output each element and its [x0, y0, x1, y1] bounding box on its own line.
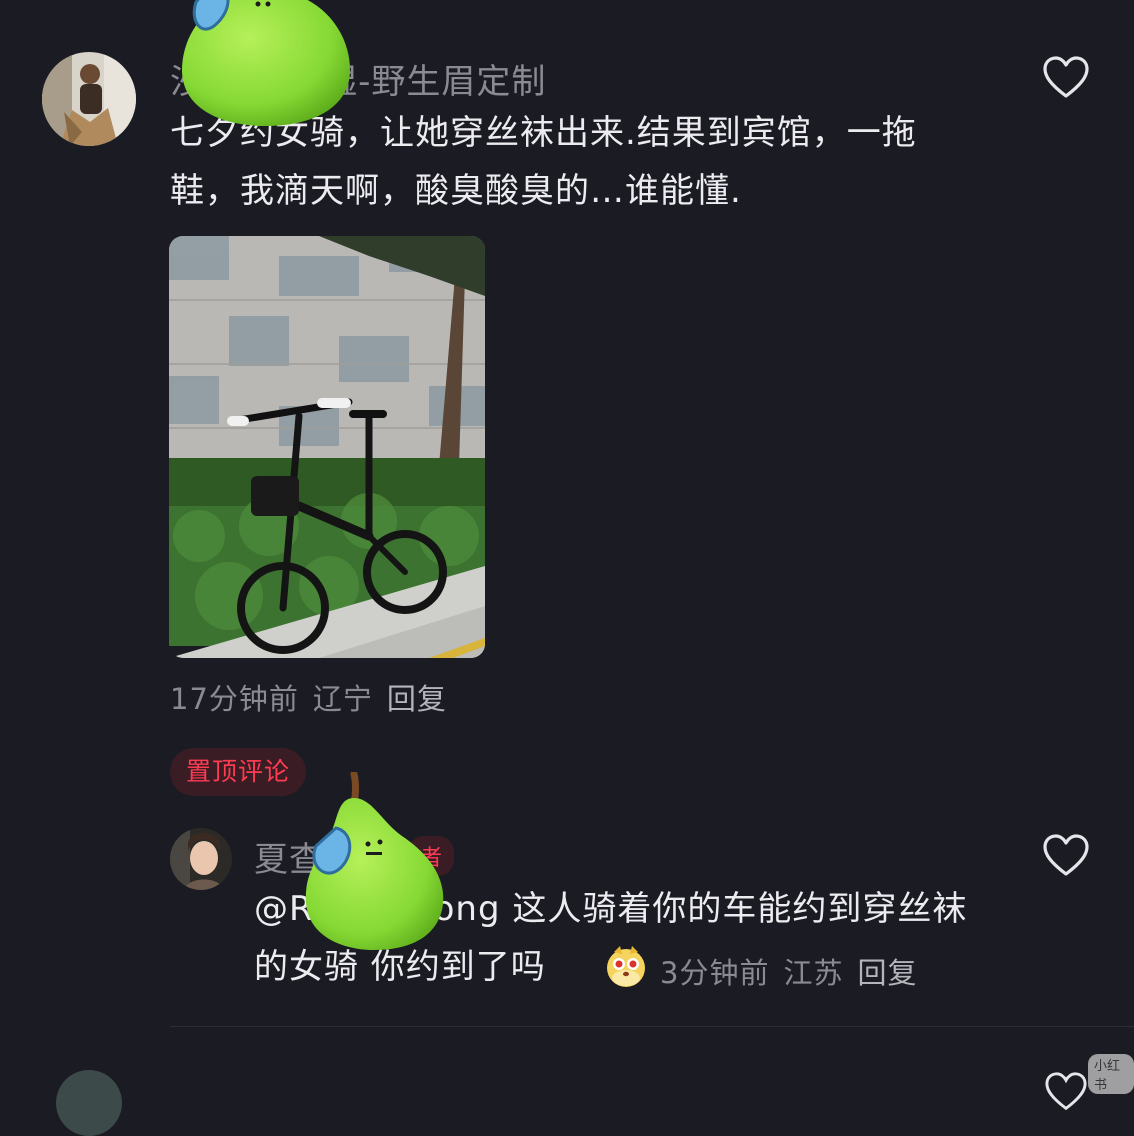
- mention-link[interactable]: @R: [254, 889, 314, 929]
- comment1-meta: 17分钟前 辽宁 回复: [170, 676, 461, 718]
- comment2-location: 江苏: [783, 956, 844, 990]
- author-badge: 者: [408, 836, 455, 876]
- pinned-comment-badge: 置顶评论: [170, 748, 307, 796]
- like-heart-icon[interactable]: [1042, 834, 1090, 878]
- comment1-username[interactable]: 沙 湿-野生眉定制: [170, 54, 546, 103]
- comment1-avatar[interactable]: [42, 52, 136, 146]
- mention-link-suffix[interactable]: ong: [434, 889, 501, 929]
- comment2-time: 3分钟前: [660, 956, 770, 990]
- comment1-time: 17分钟前: [170, 682, 299, 716]
- comment1-reply-button[interactable]: 回复: [387, 682, 447, 716]
- comment2-username[interactable]: 夏查: [254, 832, 324, 881]
- comment1-photo[interactable]: [169, 236, 485, 658]
- comment2-avatar[interactable]: [170, 828, 232, 890]
- peeking-face-emoji: [607, 946, 645, 987]
- like-heart-icon[interactable]: [1044, 1072, 1088, 1112]
- comment1-text: 七夕约女骑，让她穿丝袜出来.结果到宾馆，一拖鞋，我滴天啊，酸臭酸臭的…谁能懂.: [170, 113, 917, 211]
- comment2-meta: 3分钟前 江苏 回复: [660, 950, 931, 992]
- comment-divider: [170, 1026, 1134, 1027]
- comment1-location: 辽宁: [312, 682, 373, 716]
- watermark: 小红书: [1088, 1054, 1134, 1094]
- comment2-reply-button[interactable]: 回复: [857, 956, 917, 990]
- like-heart-icon[interactable]: [1042, 56, 1090, 100]
